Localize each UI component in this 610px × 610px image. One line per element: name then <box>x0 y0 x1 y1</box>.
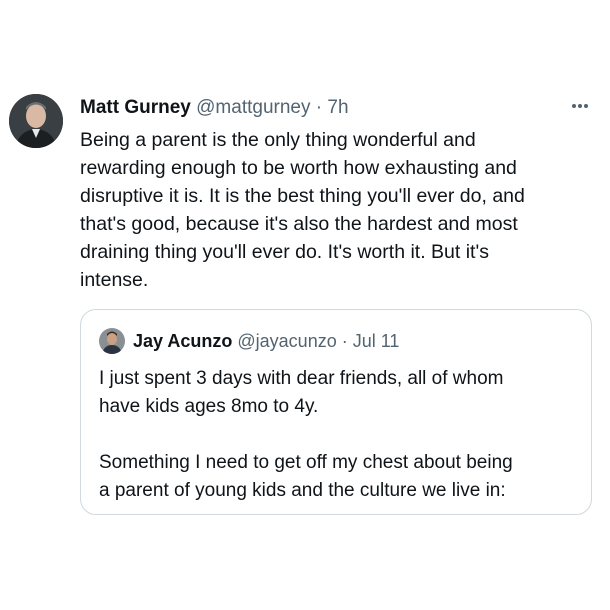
tweet-body-line: draining thing you'll ever do. It's wort… <box>80 241 489 263</box>
quoted-body-line: I just spent 3 days with dear friends, a… <box>99 368 504 389</box>
quoted-body-line: a parent of young kids and the culture w… <box>99 480 506 501</box>
quoted-author-name: Jay Acunzo <box>133 331 233 351</box>
quoted-author-avatar <box>99 328 125 354</box>
quoted-author-handle: @jayacunzo <box>237 331 337 351</box>
tweet-body: Being a parent is the only thing wonderf… <box>80 126 590 294</box>
tweet-body-line: that's good, because it's also the harde… <box>80 213 518 235</box>
separator-dot: · <box>341 331 348 351</box>
more-horizontal-icon[interactable] <box>566 96 594 116</box>
quoted-tweet-header: Jay Acunzo @jayacunzo · Jul 11 <box>133 329 399 353</box>
author-avatar[interactable] <box>9 94 63 148</box>
tweet-body-line: rewarding enough to be worth how exhaust… <box>80 157 517 179</box>
tweet-body-line: disruptive it is. It is the best thing y… <box>80 185 525 207</box>
quoted-tweet-body: I just spent 3 days with dear friends, a… <box>99 365 579 505</box>
quoted-tweet-date: Jul 11 <box>352 331 400 351</box>
tweet-body-line: Being a parent is the only thing wonderf… <box>80 129 476 151</box>
author-name[interactable]: Matt Gurney <box>80 97 191 118</box>
tweet-body-line: intense. <box>80 269 149 291</box>
tweet-header: Matt Gurney @mattgurney · 7h <box>80 96 349 120</box>
quoted-body-line: Something I need to get off my chest abo… <box>99 452 513 473</box>
separator-dot: · <box>315 97 323 118</box>
quoted-tweet[interactable]: Jay Acunzo @jayacunzo · Jul 11 I just sp… <box>80 309 592 515</box>
tweet-timestamp[interactable]: 7h <box>327 97 348 118</box>
author-handle[interactable]: @mattgurney <box>196 97 310 118</box>
quoted-body-line: have kids ages 8mo to 4y. <box>99 396 319 417</box>
tweet: Matt Gurney @mattgurney · 7h Being a par… <box>0 0 610 610</box>
